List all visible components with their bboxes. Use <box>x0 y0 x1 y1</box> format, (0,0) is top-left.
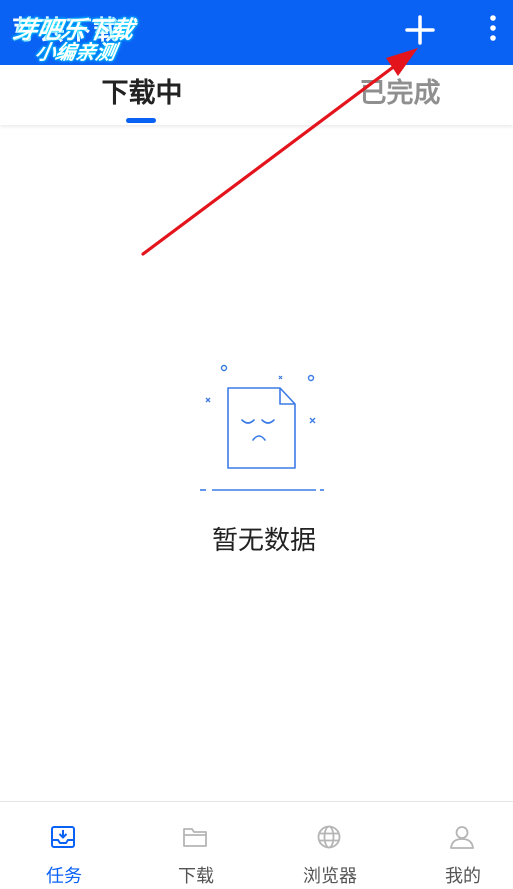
person-icon <box>450 826 474 849</box>
nav-label-tasks: 任务 <box>46 866 82 887</box>
active-tab-indicator <box>126 118 156 123</box>
add-task-button[interactable] <box>400 10 440 50</box>
tab-completed-label: 已完成 <box>359 78 441 109</box>
app-header: 芽芸下载 芽吧乐下载 小编亲测 <box>0 0 513 65</box>
nav-item-browser[interactable]: 浏览器 <box>266 802 394 889</box>
sad-document-icon <box>200 364 324 491</box>
nav-label-browser: 浏览器 <box>303 866 357 887</box>
nav-label-downloads: 下载 <box>178 866 214 887</box>
plus-icon <box>405 15 435 45</box>
more-options-button[interactable] <box>478 10 508 50</box>
bottom-navigation: 任务 下载 浏览器 我的 <box>0 801 513 889</box>
nav-item-mine[interactable]: 我的 <box>399 802 513 889</box>
folder-icon <box>183 828 207 847</box>
download-tray-icon <box>51 826 75 848</box>
app-window: 芽芸下载 芽吧乐下载 小编亲测 下载中 已完成 暂无数据 任务 下载 浏览器 我… <box>0 0 513 889</box>
globe-icon <box>317 825 341 849</box>
app-title: 芽芸下载 <box>12 16 121 46</box>
tab-bar: 下载中 已完成 <box>0 65 513 125</box>
tab-downloading[interactable]: 下载中 <box>14 65 270 125</box>
empty-state-illustration <box>198 362 328 494</box>
nav-item-tasks[interactable]: 任务 <box>0 802 128 889</box>
more-vertical-icon <box>490 15 496 41</box>
empty-state-text: 暂无数据 <box>211 526 316 556</box>
tab-completed[interactable]: 已完成 <box>272 65 513 125</box>
nav-item-downloads[interactable]: 下载 <box>132 802 260 889</box>
nav-label-mine: 我的 <box>445 866 481 887</box>
tab-downloading-label: 下载中 <box>101 78 183 109</box>
